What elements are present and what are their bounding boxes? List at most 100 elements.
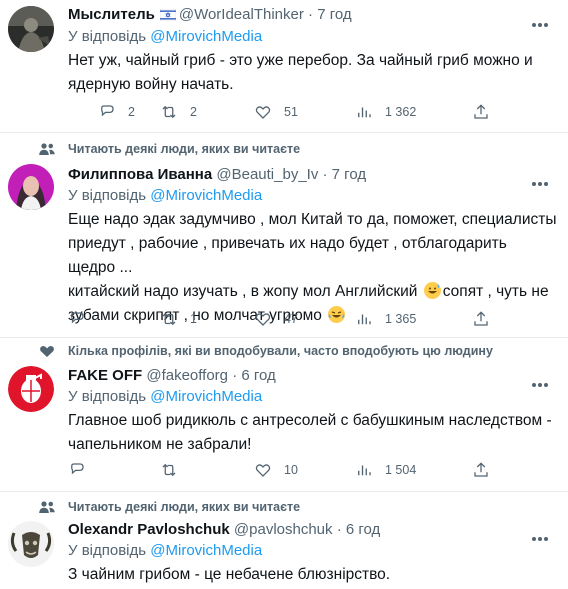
- tweet-header: Мыслитель @WorIdealThinker · 7 год: [68, 6, 352, 25]
- views-bar-chart-icon: [358, 465, 371, 476]
- retweet-action[interactable]: [160, 461, 190, 479]
- tweet-header: FAKE OFF @fakeofforg · 6 год: [68, 367, 276, 384]
- heart-icon: [255, 313, 271, 326]
- author-name[interactable]: Мыслитель: [68, 6, 155, 23]
- reply-context: У відповідь @MirovichMedia: [68, 542, 262, 559]
- like-action[interactable]: 51: [254, 103, 298, 121]
- more-dots-icon[interactable]: [532, 374, 552, 387]
- more-dots-icon[interactable]: [532, 14, 552, 27]
- views-action[interactable]: 1 365: [355, 310, 416, 328]
- separator: ·: [232, 367, 238, 384]
- like-action[interactable]: 47: [254, 310, 298, 328]
- reply-prefix: У відповідь: [68, 187, 147, 204]
- tweet-header: Филиппова Иванна @Beauti_by_Iv · 7 год: [68, 166, 366, 183]
- text-fragment: сопят , чуть не: [442, 283, 549, 300]
- avatar[interactable]: [8, 366, 54, 412]
- heart-filled-icon: [40, 345, 54, 357]
- author-name[interactable]: Olexandr Pavloshchuk: [68, 521, 230, 538]
- views-bar-chart-icon: [358, 107, 371, 118]
- author-handle[interactable]: @Beauti_by_Iv: [216, 166, 318, 183]
- author-name[interactable]: Филиппова Иванна: [68, 166, 212, 183]
- reply-prefix: У відповідь: [68, 388, 147, 405]
- social-context: Читають деякі люди, яких ви читаєте: [68, 500, 301, 514]
- retweet-action[interactable]: 2: [160, 103, 197, 121]
- tweet-text: Нет уж, чайный гриб - это уже перебор. З…: [68, 49, 558, 97]
- avatar[interactable]: [8, 521, 54, 567]
- avatar[interactable]: [8, 164, 54, 210]
- views-count: 1 365: [385, 312, 417, 326]
- separator: ·: [308, 6, 314, 23]
- heart-icon: [255, 464, 271, 477]
- reply-mention[interactable]: @MirovichMedia: [150, 542, 262, 559]
- share-icon: [474, 462, 488, 477]
- author-handle[interactable]: @fakeofforg: [146, 367, 228, 384]
- tweet-text-line: приедут , рабочие , привечать их надо бу…: [68, 235, 507, 276]
- timestamp[interactable]: 6 год: [346, 521, 380, 538]
- reply-prefix: У відповідь: [68, 28, 147, 45]
- like-action[interactable]: 10: [254, 461, 298, 479]
- separator: ·: [336, 521, 342, 538]
- share-icon: [474, 311, 488, 326]
- author-name[interactable]: FAKE OFF: [68, 367, 142, 384]
- israel-flag-icon: [159, 8, 177, 25]
- tweet-header: Olexandr Pavloshchuk @pavloshchuk · 6 го…: [68, 521, 380, 538]
- people-icon: [39, 501, 55, 513]
- reply-context: У відповідь @MirovichMedia: [68, 187, 262, 204]
- more-dots-icon[interactable]: [532, 528, 552, 541]
- reply-mention[interactable]: @MirovichMedia: [150, 28, 262, 45]
- tweet[interactable]: Читають деякі люди, яких ви читаєте Фили…: [0, 133, 568, 338]
- like-count: 51: [284, 105, 298, 119]
- reply-count: 2: [128, 105, 135, 119]
- share-action[interactable]: [472, 103, 502, 121]
- reply-action[interactable]: [68, 310, 98, 328]
- timestamp[interactable]: 7 год: [332, 166, 366, 183]
- reply-action[interactable]: 2: [98, 103, 135, 121]
- reply-context: У відповідь @MirovichMedia: [68, 388, 262, 405]
- tweet-text: Главное шоб ридикюль с антресолей с бабу…: [68, 409, 558, 457]
- share-icon: [474, 104, 488, 119]
- avatar-image: [8, 366, 54, 412]
- more-dots-icon[interactable]: [532, 173, 552, 186]
- reply-prefix: У відповідь: [68, 542, 147, 559]
- like-count: 10: [284, 463, 298, 477]
- views-bar-chart-icon: [358, 314, 371, 325]
- avatar-image: [8, 6, 54, 52]
- avatar[interactable]: [8, 6, 54, 52]
- comment-icon: [71, 463, 84, 475]
- action-bar: 2 2 51 1 362: [68, 103, 508, 123]
- avatar-image: [8, 521, 54, 567]
- people-icon: [39, 143, 55, 155]
- social-context: Кілька профілів, які ви вподобували, час…: [68, 344, 493, 358]
- action-bar: 10 1 504: [68, 461, 508, 481]
- author-handle[interactable]: @pavloshchuk: [234, 521, 333, 538]
- tweet[interactable]: Мыслитель @WorIdealThinker · 7 год У відп…: [0, 0, 568, 133]
- retweet-icon: [162, 105, 176, 119]
- share-action[interactable]: [472, 461, 502, 479]
- views-count: 1 504: [385, 463, 417, 477]
- timestamp[interactable]: 7 год: [317, 6, 351, 23]
- tweet-text-line: ядерную войну начать.: [68, 76, 234, 93]
- retweet-action[interactable]: 1: [160, 310, 197, 328]
- tweet-text: З чайним грибом - це небачене блюзнірств…: [68, 563, 558, 587]
- timestamp[interactable]: 6 год: [241, 367, 275, 384]
- avatar-image: [8, 164, 54, 210]
- tweet[interactable]: Кілька профілів, які ви вподобували, час…: [0, 338, 568, 492]
- author-handle[interactable]: @WorIdealThinker: [179, 6, 304, 23]
- reply-mention[interactable]: @MirovichMedia: [150, 388, 262, 405]
- views-action[interactable]: 1 362: [355, 103, 416, 121]
- reply-action[interactable]: [68, 461, 98, 479]
- tweet[interactable]: Читають деякі люди, яких ви читаєте Olex…: [0, 492, 568, 589]
- social-context: Читають деякі люди, яких ви читаєте: [68, 142, 301, 156]
- retweet-count: 1: [190, 312, 197, 326]
- views-count: 1 362: [385, 105, 417, 119]
- comment-icon: [71, 312, 84, 324]
- tweet-text-line: Нет уж, чайный гриб - это уже перебор. З…: [68, 52, 533, 69]
- retweet-icon: [162, 463, 176, 477]
- share-action[interactable]: [472, 310, 502, 328]
- reply-mention[interactable]: @MirovichMedia: [150, 187, 262, 204]
- comment-icon: [101, 105, 114, 117]
- views-action[interactable]: 1 504: [355, 461, 416, 479]
- text-fragment: китайский надо изучать , в жопу мол Англ…: [68, 283, 418, 300]
- separator: ·: [322, 166, 328, 183]
- like-count: 47: [284, 312, 298, 326]
